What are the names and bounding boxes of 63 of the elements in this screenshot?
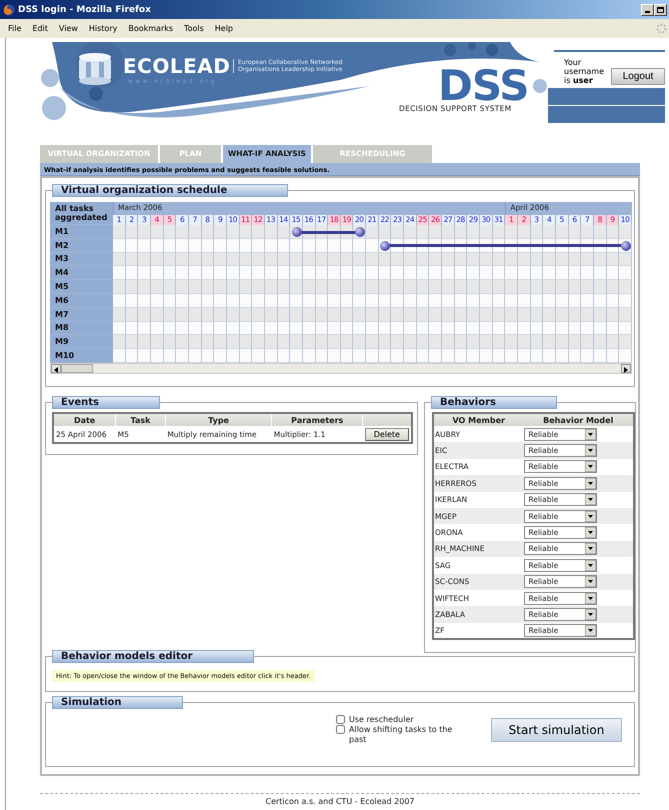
logout-button[interactable]: Logout: [611, 68, 665, 85]
menu-item[interactable]: Help: [214, 24, 234, 33]
checkbox[interactable]: [336, 725, 345, 734]
footer-text: Certicon a.s. and CTU - Ecolead 2007: [265, 797, 415, 806]
menu-item[interactable]: File: [8, 24, 22, 33]
caret-icon: [585, 494, 596, 506]
username-text: Your username is user: [564, 58, 605, 85]
task-label: M4: [50, 266, 113, 280]
task-label: M2: [50, 238, 113, 253]
section-title[interactable]: Virtual organization schedule: [52, 184, 288, 197]
logo-text: ECOLEAD: [123, 54, 230, 78]
section-title[interactable]: Events: [52, 396, 160, 409]
horizontal-scrollbar[interactable]: [50, 362, 632, 374]
caret-icon: [585, 576, 596, 588]
option-label: Allow shifting tasks to the past: [349, 725, 454, 746]
caret-icon: [585, 608, 596, 620]
delete-button[interactable]: Delete: [364, 428, 409, 440]
maximize-button[interactable]: [654, 4, 667, 16]
caret-icon: [585, 624, 596, 636]
task-label: M3: [50, 252, 113, 266]
caret-icon: [585, 527, 596, 538]
browser-icon: [3, 4, 15, 16]
caret-icon: [585, 445, 596, 456]
task-label: M1: [50, 225, 113, 239]
column-header: Behavior Model: [523, 413, 634, 426]
throbber-icon: [656, 23, 667, 34]
column-header: VO Member: [433, 413, 524, 426]
caret-icon: [585, 461, 596, 472]
menu-item[interactable]: Bookmarks: [128, 24, 174, 33]
minimize-button[interactable]: [641, 4, 654, 16]
left-arrow-icon[interactable]: [54, 366, 58, 373]
window-title: DSS login - Mozilla Firefox: [18, 4, 152, 14]
menu-item[interactable]: View: [58, 24, 78, 33]
start-simulation-button[interactable]: Start simulation: [491, 718, 622, 742]
section-title[interactable]: Simulation: [52, 696, 183, 710]
column-header: Task: [116, 413, 166, 426]
product-logo-text: DSS: [438, 65, 528, 107]
pillar-logo-icon: [77, 52, 113, 86]
column-header: Type: [165, 413, 272, 426]
scrollbar-thumb[interactable]: [61, 364, 93, 373]
task-label: M5: [50, 280, 113, 294]
column-header: Parameters: [272, 413, 363, 426]
caret-icon: [585, 510, 596, 522]
task-label: M8: [50, 322, 113, 336]
option-label: Use rescheduler: [349, 715, 414, 726]
section-title[interactable]: Behavior models editor: [52, 650, 254, 664]
caret-icon: [585, 560, 596, 571]
caret-icon: [585, 478, 596, 489]
menu-item[interactable]: History: [88, 24, 118, 33]
task-label: M6: [50, 294, 113, 308]
caret-icon: [585, 592, 596, 604]
column-header: All tasks aggredated: [50, 202, 113, 225]
section-title[interactable]: Behaviors: [431, 396, 557, 409]
caret-icon: [585, 428, 596, 440]
task-label: M7: [50, 308, 113, 322]
caret-icon: [585, 543, 596, 554]
menu-item[interactable]: Tools: [184, 24, 204, 33]
task-label: M9: [50, 335, 113, 350]
menu-item[interactable]: Edit: [32, 24, 48, 33]
right-arrow-icon[interactable]: [624, 366, 628, 373]
task-label: M10: [50, 349, 113, 363]
column-header: Date: [53, 413, 116, 426]
checkbox[interactable]: [336, 715, 345, 724]
